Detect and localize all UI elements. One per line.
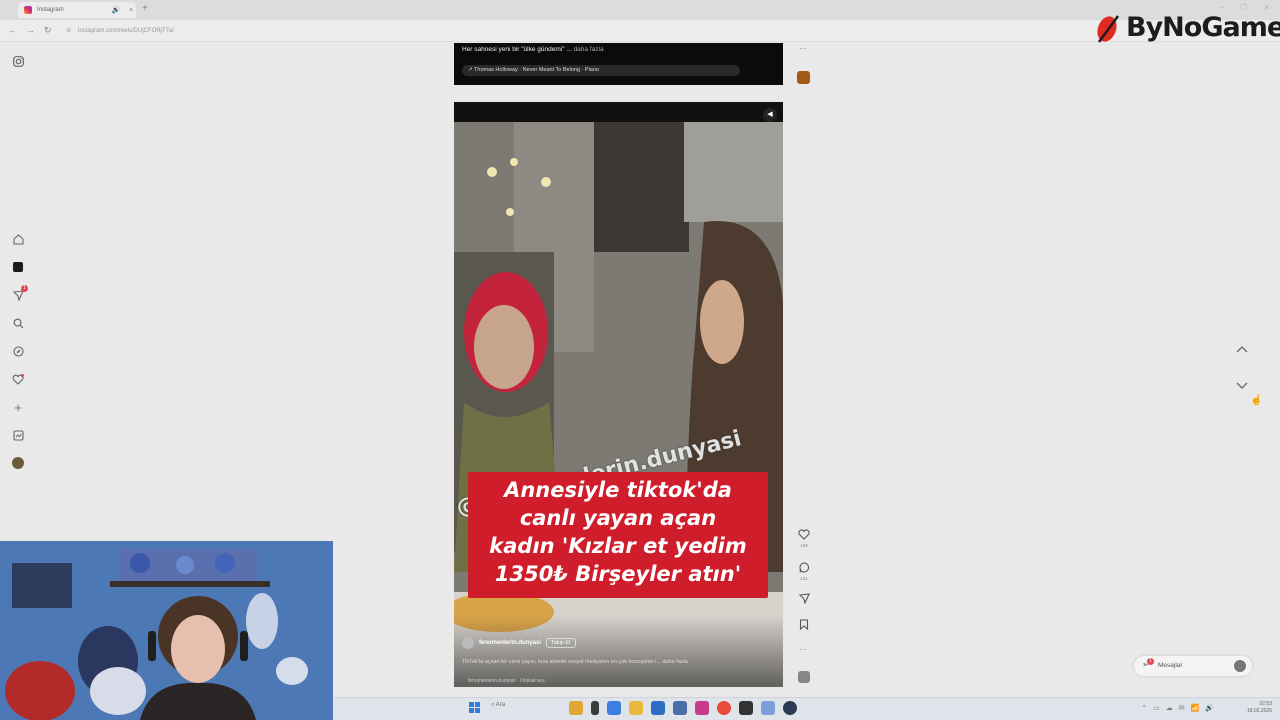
taskbar-app-text-icon[interactable] xyxy=(591,701,599,715)
reel-caption[interactable]: TikTok'ta açılan bir canlı yayın, kısa s… xyxy=(462,659,688,665)
browser-tab-bar: Instagram 🔊 × + – ❐ ✕ xyxy=(0,0,1280,20)
taskbar-date: 18.02.2026 xyxy=(1246,708,1272,714)
back-icon[interactable]: ← xyxy=(8,25,17,35)
reel-video-frame xyxy=(454,102,783,687)
taskbar-app-obs-icon[interactable] xyxy=(695,701,709,715)
search-icon[interactable] xyxy=(11,316,25,330)
minimize-icon[interactable]: – xyxy=(1220,3,1224,12)
heart-icon xyxy=(798,529,810,540)
instagram-logo-icon[interactable] xyxy=(11,54,25,68)
mouse-cursor-icon: ☝ xyxy=(1250,395,1263,406)
notifications-icon[interactable] xyxy=(11,372,25,386)
tab-mute-icon[interactable]: 🔊 xyxy=(111,6,121,14)
window-close-icon[interactable]: ✕ xyxy=(1263,3,1270,12)
like-button[interactable]: 189 xyxy=(797,529,811,548)
url-text: instagram.com/reels/DUjCFORjT7a/ xyxy=(78,28,175,34)
follow-button[interactable]: Takip Et xyxy=(546,638,576,648)
stream-brand-logo: ByNoGame xyxy=(1096,12,1280,43)
comment-icon xyxy=(798,562,809,573)
taskbar-app-bird-icon[interactable] xyxy=(673,701,687,715)
headline-line-4: 1350₺ Birşeyler atın' xyxy=(494,562,742,586)
taskbar-time: 02:53 xyxy=(1259,701,1272,707)
share-button[interactable] xyxy=(797,593,811,607)
taskbar-search[interactable]: ⌕ Ara xyxy=(491,702,505,709)
reel-audio-thumbnail[interactable] xyxy=(797,671,811,686)
chevron-up-icon xyxy=(1236,346,1248,353)
reel-more-options-icon[interactable]: ··· xyxy=(799,645,807,654)
window-controls: – ❐ ✕ xyxy=(1220,3,1270,12)
reel-headline-banner: Annesiyle tiktok'da canlı yayan açan kad… xyxy=(468,472,768,598)
taskbar-app-chrome-icon[interactable] xyxy=(717,701,731,715)
comment-count: 141 xyxy=(800,576,808,581)
previous-reel-caption: Her sahnesi yeni bir "ülke gündemi" ... … xyxy=(462,46,604,53)
messages-count-badge: 1 xyxy=(1147,658,1154,665)
taskbar-app-settings-icon[interactable] xyxy=(761,701,775,715)
site-info-icon[interactable]: ⚙ xyxy=(66,24,71,38)
volume-icon[interactable]: ◀ xyxy=(763,108,777,122)
taskbar-app-copilot-icon[interactable] xyxy=(607,701,621,715)
tab-close-icon[interactable]: × xyxy=(126,7,136,14)
maximize-icon[interactable]: ❐ xyxy=(1240,3,1247,12)
taskbar-app-recorder-icon[interactable] xyxy=(739,701,753,715)
previous-reel-more-link[interactable]: daha fazla xyxy=(572,46,604,53)
chevron-down-icon xyxy=(1236,382,1248,389)
comment-button[interactable]: 141 xyxy=(797,562,811,581)
messages-label: Mesajlar xyxy=(1158,662,1183,669)
previous-reel-music[interactable]: ↗ Thomas Holloway · Never Meant To Belon… xyxy=(462,65,740,76)
bookmark-icon xyxy=(799,619,809,631)
taskbar-app-folder-icon[interactable] xyxy=(629,701,643,715)
profile-avatar[interactable] xyxy=(11,456,25,470)
reload-icon[interactable]: ↻ xyxy=(44,25,52,36)
dashboard-icon[interactable] xyxy=(11,428,25,442)
taskbar-app-game-icon[interactable] xyxy=(569,701,583,715)
headline-line-1: Annesiyle tiktok'da xyxy=(504,478,732,502)
url-field[interactable]: ⚙ instagram.com/reels/DUjCFORjT7a/ xyxy=(64,24,764,38)
windows-taskbar: ⌕ Ara ⌃▭☁✉📶🔊 02:53 18.02.2026 xyxy=(333,697,1280,720)
create-icon[interactable]: + xyxy=(11,400,25,415)
brand-feather-icon xyxy=(1097,14,1120,43)
brand-name: ByNoGame xyxy=(1126,12,1280,43)
taskbar-clock[interactable]: 02:53 18.02.2026 xyxy=(1247,701,1272,715)
author-avatar[interactable] xyxy=(462,637,474,649)
forward-icon[interactable]: → xyxy=(26,25,35,35)
taskbar-search-placeholder: Ara xyxy=(495,702,506,708)
streamer-webcam xyxy=(0,541,333,720)
messages-avatar xyxy=(1234,660,1246,672)
reel-audio-label[interactable]: fenomenlerin.dunyasi · Orijinal ses xyxy=(468,678,545,684)
reel-author-row: fenomenlerin.dunyasi Takip Et xyxy=(462,637,576,649)
taskbar-app-steam-icon[interactable] xyxy=(783,701,797,715)
browser-tab-instagram[interactable]: Instagram 🔊 × xyxy=(18,2,136,18)
address-bar-row: ← → ↻ ⚙ instagram.com/reels/DUjCFORjT7a/ xyxy=(0,20,1280,42)
home-icon[interactable] xyxy=(11,232,25,246)
tab-title: Instagram xyxy=(37,7,64,13)
messages-icon[interactable]: 1 xyxy=(11,285,28,302)
previous-reel-button[interactable] xyxy=(1235,345,1249,359)
messages-badge: 1 xyxy=(21,285,28,292)
next-reel-button[interactable] xyxy=(1235,382,1249,396)
taskbar-app-store-icon[interactable] xyxy=(651,701,665,715)
headline-line-2: canlı yayan açan xyxy=(519,506,717,530)
previous-audio-thumbnail[interactable] xyxy=(797,71,810,84)
share-icon xyxy=(798,593,810,605)
author-username[interactable]: fenomenlerin.dunyasi xyxy=(479,640,541,646)
explore-icon[interactable] xyxy=(11,344,25,358)
reel-info-footer: fenomenlerin.dunyasi Takip Et TikTok'ta … xyxy=(454,615,783,687)
like-count: 189 xyxy=(800,543,808,548)
taskbar-apps xyxy=(569,701,797,715)
system-tray-icons[interactable]: ⌃▭☁✉📶🔊 xyxy=(1141,704,1220,712)
save-button[interactable] xyxy=(797,619,811,633)
instagram-favicon-icon xyxy=(24,6,32,14)
previous-more-options-icon[interactable]: ··· xyxy=(799,44,807,53)
webcam-feed xyxy=(0,541,333,720)
headline-line-3: kadın 'Kızlar et yedim xyxy=(489,534,747,558)
new-tab-button[interactable]: + xyxy=(142,3,148,14)
reel-video[interactable]: @fenomenlerin.dunyasi Annesiyle tiktok'd… xyxy=(454,102,783,687)
windows-start-icon[interactable] xyxy=(469,702,480,713)
previous-reel[interactable]: Her sahnesi yeni bir "ülke gündemi" ... … xyxy=(454,43,783,85)
reels-icon[interactable] xyxy=(11,260,25,274)
messages-button[interactable]: ➢ 1 Mesajlar xyxy=(1134,656,1252,676)
